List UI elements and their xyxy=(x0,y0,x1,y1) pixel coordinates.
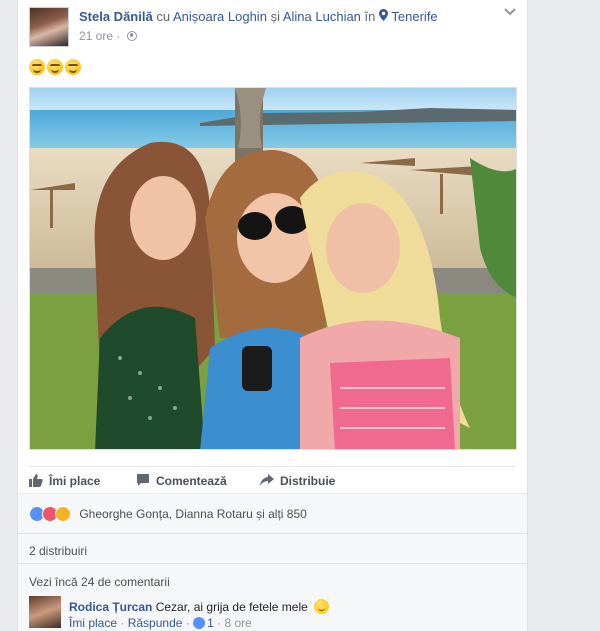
post-meta: 21 ore · xyxy=(79,29,137,43)
grin-emoji-icon xyxy=(29,58,45,75)
wow-icon xyxy=(55,506,71,522)
post-card: Stela Dănilă cu Anișoara Loghin și Alina… xyxy=(17,0,528,631)
grin-emoji-icon xyxy=(47,58,63,75)
in-text: în xyxy=(364,9,376,24)
comment-button[interactable]: Comentează xyxy=(136,473,227,488)
reactions-summary[interactable]: Gheorghe Gonța, Dianna Rotaru și alți 85… xyxy=(29,506,307,522)
view-more-comments-link[interactable]: Vezi încă 24 de comentarii xyxy=(29,575,170,589)
comments-area: Vezi încă 24 de comentarii Rodica Țurcan… xyxy=(18,563,527,631)
shares-count[interactable]: 2 distribuiri xyxy=(29,544,87,558)
comment-meta: Îmi place · Răspunde · 1 · 8 ore xyxy=(69,616,252,630)
comment-like-count[interactable]: 1 xyxy=(207,616,214,630)
author-avatar[interactable] xyxy=(29,7,69,47)
author-name[interactable]: Stela Dănilă xyxy=(79,9,153,24)
thumbs-up-icon xyxy=(29,473,43,487)
comment-author[interactable]: Rodica Țurcan xyxy=(69,600,152,614)
location-pin-icon xyxy=(379,9,389,24)
comment-label: Comentează xyxy=(156,474,227,488)
author-line: Stela Dănilă cu Anișoara Loghin și Alina… xyxy=(79,9,438,24)
meta-separator: · xyxy=(116,29,121,43)
meta-separator: · xyxy=(217,616,222,630)
smile-emoji-icon xyxy=(314,599,330,614)
like-icon xyxy=(193,617,206,629)
with-text: cu xyxy=(156,9,171,24)
meta-separator: · xyxy=(120,616,125,630)
location-link[interactable]: Tenerife xyxy=(391,9,437,24)
globe-icon[interactable] xyxy=(126,31,137,41)
comment-text: Cezar, ai grija de fetele mele xyxy=(155,600,308,614)
comment-time[interactable]: 8 ore xyxy=(225,616,252,630)
like-button[interactable]: Îmi place xyxy=(29,473,100,488)
comment-body: Rodica Țurcan Cezar, ai grija de fetele … xyxy=(69,599,330,614)
and-text: și xyxy=(270,9,280,24)
post-text-emojis xyxy=(29,58,83,76)
post-time[interactable]: 21 ore xyxy=(79,29,113,43)
chevron-down-icon[interactable] xyxy=(504,7,516,19)
tagged-friend-2[interactable]: Alina Luchian xyxy=(283,9,361,24)
reactions-bar: Gheorghe Gonța, Dianna Rotaru și alți 85… xyxy=(18,493,527,533)
meta-separator: · xyxy=(185,616,190,630)
share-button[interactable]: Distribuie xyxy=(260,473,335,488)
commenter-avatar[interactable] xyxy=(29,596,61,628)
share-icon xyxy=(260,473,274,487)
comment-icon xyxy=(136,473,150,487)
shares-bar: 2 distribuiri xyxy=(18,533,527,563)
post-header: Stela Dănilă cu Anișoara Loghin și Alina… xyxy=(29,7,516,47)
reactions-names[interactable]: Gheorghe Gonța, Dianna Rotaru și alți 85… xyxy=(79,507,306,521)
grin-emoji-icon xyxy=(65,58,81,75)
post-actions: Îmi place Comentează Distribuie xyxy=(29,466,516,490)
comment-reply-link[interactable]: Răspunde xyxy=(128,616,183,630)
post-photo[interactable] xyxy=(29,87,517,450)
like-label: Îmi place xyxy=(49,474,101,488)
comment-like-link[interactable]: Îmi place xyxy=(69,616,117,630)
share-label: Distribuie xyxy=(280,474,336,488)
tagged-friend-1[interactable]: Anișoara Loghin xyxy=(173,9,267,24)
